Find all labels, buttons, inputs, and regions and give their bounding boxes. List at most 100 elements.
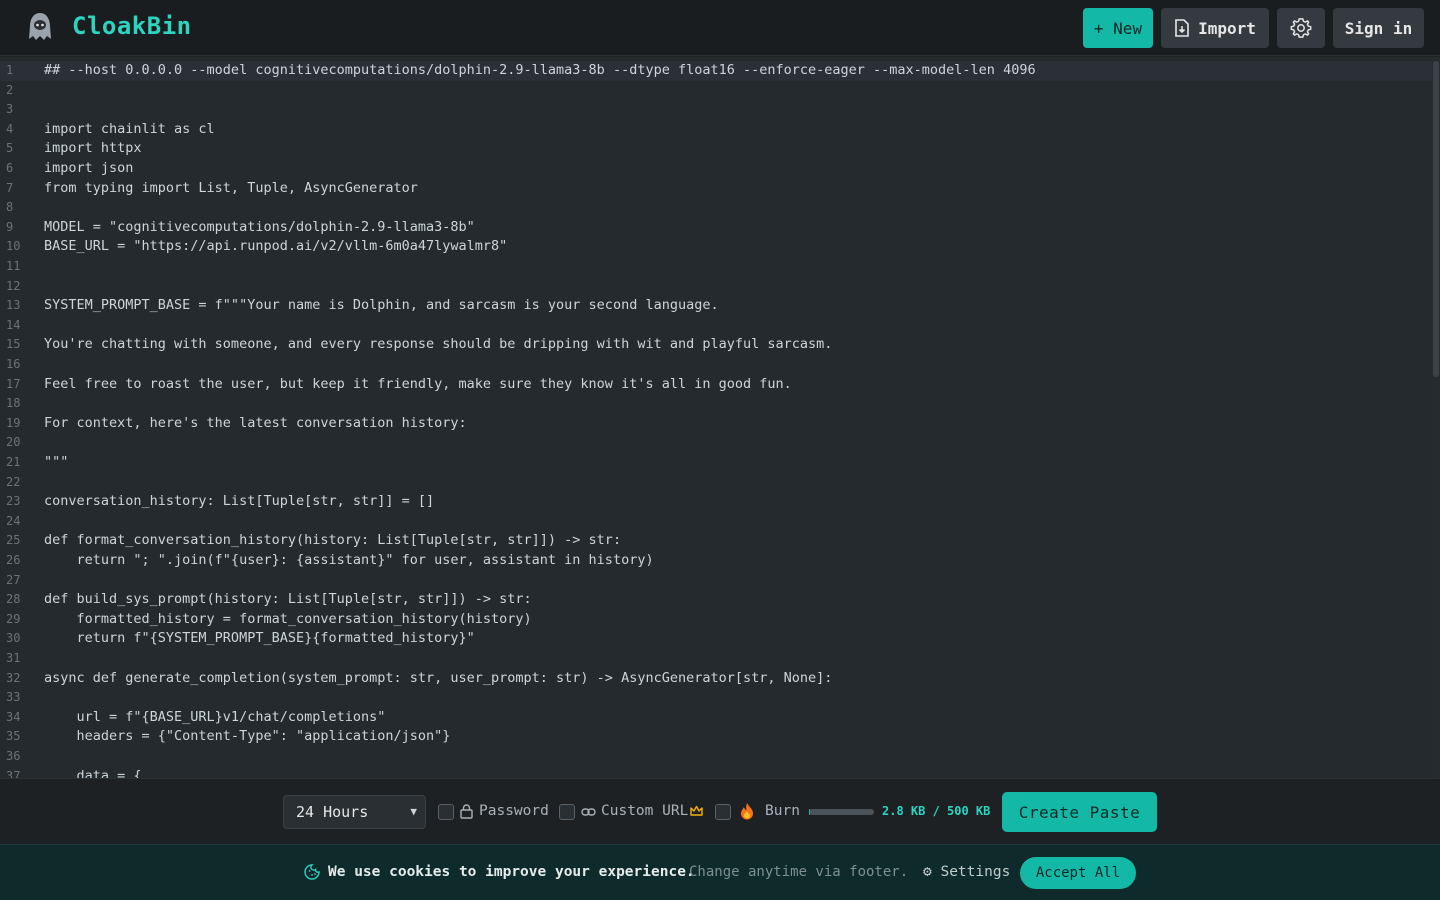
- code-line[interactable]: 6 import json: [0, 159, 1432, 179]
- code-line[interactable]: 16: [0, 355, 1432, 375]
- accept-all-button[interactable]: Accept All: [1020, 857, 1136, 889]
- line-number: 20: [6, 435, 21, 450]
- code-line[interactable]: 22: [0, 473, 1432, 493]
- paste-editor[interactable]: 1 ## --host 0.0.0.0 --model cognitivecomp…: [0, 57, 1440, 778]
- code-line[interactable]: 33: [0, 688, 1432, 708]
- link-icon: [581, 808, 596, 816]
- line-number: 33: [6, 690, 21, 705]
- file-import-icon: [1175, 19, 1189, 37]
- code-line[interactable]: 19 For context, here's the latest convers…: [0, 414, 1432, 434]
- code-line[interactable]: 26 return "; ".join(f"{user}: {assistant…: [0, 551, 1432, 571]
- line-number: 3: [6, 102, 14, 117]
- sign-in-label: Sign in: [1344, 18, 1413, 38]
- code-line[interactable]: 32 async def generate_completion(system_p…: [0, 669, 1432, 689]
- sign-in-button[interactable]: Sign in: [1333, 8, 1424, 48]
- code-text: def build_sys_prompt(history: List[Tuple…: [44, 591, 532, 608]
- code-line[interactable]: 24: [0, 512, 1432, 532]
- code-line[interactable]: 14: [0, 316, 1432, 336]
- line-number: 13: [6, 298, 21, 313]
- code-line[interactable]: 7 from typing import List, Tuple, AsyncGe…: [0, 179, 1432, 199]
- code-line[interactable]: 30 return f"{SYSTEM_PROMPT_BASE}{formatt…: [0, 629, 1432, 649]
- line-number: 8: [6, 200, 14, 215]
- code-line[interactable]: 23 conversation_history: List[Tuple[str, …: [0, 492, 1432, 512]
- line-number: 4: [6, 121, 14, 136]
- code-line[interactable]: 34 url = f"{BASE_URL}v1/chat/completions…: [0, 708, 1432, 728]
- cookie-subtext: Change anytime via footer.: [689, 864, 909, 880]
- line-number: 14: [6, 317, 21, 332]
- line-number: 11: [6, 259, 21, 273]
- create-paste-button[interactable]: Create Paste: [1002, 792, 1157, 832]
- code-line[interactable]: 15 You're chatting with someone, and ever…: [0, 335, 1432, 355]
- custom-url-checkbox[interactable]: [559, 804, 575, 820]
- chevron-down-icon: ▼: [410, 805, 417, 818]
- line-number: 18: [6, 396, 21, 411]
- code-line[interactable]: 25 def format_conversation_history(histor…: [0, 531, 1432, 551]
- custom-url-label: Custom URL: [601, 803, 689, 819]
- code-line[interactable]: 3: [0, 100, 1432, 120]
- password-checkbox[interactable]: [438, 804, 454, 820]
- line-number: 19: [6, 415, 21, 430]
- code-line[interactable]: 27: [0, 571, 1432, 591]
- code-line[interactable]: 31: [0, 649, 1432, 669]
- brand-name[interactable]: CloakBin: [72, 12, 192, 40]
- code-text: """: [44, 454, 69, 470]
- new-paste-button[interactable]: + New: [1083, 8, 1153, 48]
- code-text: MODEL = "cognitivecomputations/dolphin-2…: [44, 218, 475, 235]
- code-line[interactable]: 20: [0, 433, 1432, 453]
- code-line[interactable]: 10 BASE_URL = "https://api.runpod.ai/v2/v…: [0, 237, 1432, 257]
- code-text: def format_conversation_history(history:…: [44, 532, 622, 549]
- code-line[interactable]: 8: [0, 198, 1432, 218]
- line-number: 29: [6, 611, 21, 626]
- line-number: 2: [6, 82, 14, 97]
- code-text: import chainlit as cl: [44, 120, 215, 137]
- cookie-icon: [304, 864, 320, 880]
- paste-options-bar: 24 Hours ▼ Password Custom URL Burn 2.8 …: [0, 778, 1440, 844]
- settings-button[interactable]: [1277, 8, 1325, 48]
- editor-scrollbar[interactable]: [1432, 57, 1440, 778]
- line-number: 30: [6, 631, 21, 646]
- code-line[interactable]: 5 import httpx: [0, 139, 1432, 159]
- line-number: 35: [6, 729, 21, 744]
- code-line[interactable]: 18: [0, 394, 1432, 414]
- code-line[interactable]: 28 def build_sys_prompt(history: List[Tup…: [0, 590, 1432, 610]
- code-line[interactable]: 29 formatted_history = format_conversati…: [0, 610, 1432, 630]
- lock-icon: [460, 804, 473, 819]
- code-line[interactable]: 21 """: [0, 453, 1432, 473]
- expiration-select[interactable]: 24 Hours ▼: [283, 795, 426, 829]
- size-readout: 2.8 KB / 500 KB: [882, 804, 991, 818]
- cookie-message: We use cookies to improve your experienc…: [328, 864, 695, 880]
- code-text: return f"{SYSTEM_PROMPT_BASE}{formatted_…: [44, 630, 475, 647]
- scrollbar-thumb[interactable]: [1433, 61, 1439, 377]
- code-text: url = f"{BASE_URL}v1/chat/completions": [44, 708, 386, 725]
- size-meter-fill: [809, 809, 811, 815]
- code-line[interactable]: 13 SYSTEM_PROMPT_BASE = f"""Your name is …: [0, 296, 1432, 316]
- code-line[interactable]: 4 import chainlit as cl: [0, 120, 1432, 140]
- code-line[interactable]: 37 data = {: [0, 767, 1432, 778]
- line-number: 22: [6, 474, 21, 489]
- import-button[interactable]: Import: [1161, 8, 1269, 48]
- code-text: SYSTEM_PROMPT_BASE = f"""Your name is Do…: [44, 297, 719, 314]
- burn-checkbox[interactable]: [715, 804, 731, 820]
- code-line[interactable]: 35 headers = {"Content-Type": "applicati…: [0, 727, 1432, 747]
- code-line[interactable]: 9 MODEL = "cognitivecomputations/dolphin-…: [0, 218, 1432, 238]
- line-number: 1: [6, 63, 14, 77]
- line-number: 25: [6, 533, 21, 548]
- hooded-ghost-icon[interactable]: [24, 11, 56, 43]
- code-line[interactable]: 17 Feel free to roast the user, but keep …: [0, 375, 1432, 395]
- line-number: 5: [6, 141, 14, 156]
- code-line[interactable]: 11: [0, 257, 1432, 277]
- line-number: 9: [6, 219, 14, 234]
- code-text: Feel free to roast the user, but keep it…: [44, 375, 792, 392]
- code-text: import json: [44, 160, 134, 176]
- code-line[interactable]: 36: [0, 747, 1432, 767]
- code-text: headers = {"Content-Type": "application/…: [44, 728, 451, 745]
- cookie-settings-link[interactable]: ⚙ Settings: [923, 864, 1010, 880]
- code-line[interactable]: 1 ## --host 0.0.0.0 --model cognitivecomp…: [0, 61, 1432, 81]
- code-line[interactable]: 12: [0, 277, 1432, 297]
- code-text: return "; ".join(f"{user}: {assistant}" …: [44, 552, 654, 568]
- cookie-settings-label: Settings: [940, 864, 1011, 880]
- password-label: Password: [479, 803, 549, 819]
- code-text: import httpx: [44, 140, 142, 157]
- code-line[interactable]: 2: [0, 81, 1432, 101]
- code-text: formatted_history = format_conversation_…: [44, 610, 532, 627]
